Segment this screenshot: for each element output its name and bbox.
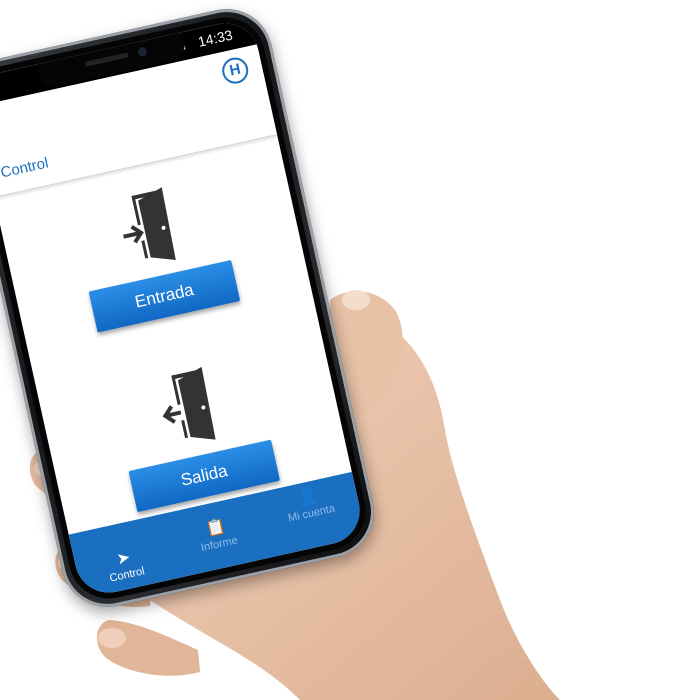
nav-item-informe[interactable]: 📋 Informe (167, 508, 268, 560)
door-enter-icon (123, 187, 176, 260)
page-title: Control (0, 154, 50, 182)
entrada-section: Entrada (0, 157, 311, 349)
entrada-button[interactable]: Entrada (88, 259, 241, 333)
app-logo-icon[interactable]: H (219, 55, 251, 87)
front-camera (137, 46, 148, 58)
speaker-grille (84, 52, 129, 67)
door-exit-icon (162, 366, 216, 440)
status-time: 14:33 (196, 26, 235, 50)
